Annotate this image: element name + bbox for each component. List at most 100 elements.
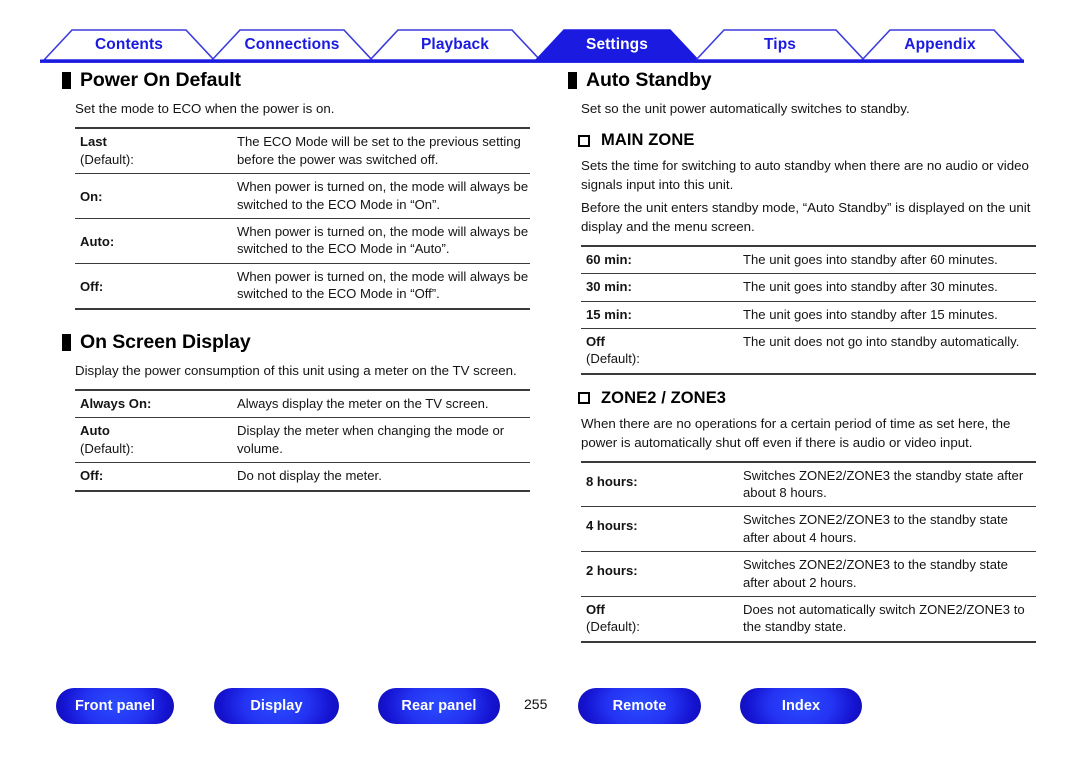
tab-playback-label: Playback [421,36,489,53]
row-term-main: 60 min: [586,251,632,267]
row-description: When power is turned on, the mode will a… [235,217,530,264]
row-term: Off (Default): [581,328,741,374]
table-row: Off (Default): The unit does not go into… [581,328,1036,374]
row-term-sub: (Default): [586,351,640,367]
page-number: 255 [524,696,548,712]
table-row: 8 hours: Switches ZONE2/ZONE3 the standb… [581,462,1036,507]
row-description: Does not automatically switch ZONE2/ZONE… [741,596,1036,642]
row-term-main: 4 hours: [586,518,638,534]
power-on-default-table: Last (Default): The ECO Mode will be set… [75,127,530,310]
left-column: Power On Default Set the mode to ECO whe… [62,69,532,492]
row-term: On: [75,173,235,219]
row-term-sub: (Default): [80,151,134,167]
row-description: When power is turned on, the mode will a… [235,173,530,219]
row-term-main: 2 hours: [586,563,638,579]
tab-settings-label: Settings [586,36,648,53]
black-square-marker-icon [62,333,71,351]
tab-bar-graphic: Contents Connections Playback Settings T… [40,29,1024,63]
tab-connections[interactable]: Connections [210,29,374,61]
table-row: 60 min: The unit goes into standby after… [581,246,1036,274]
section-power-on-default: Power On Default Set the mode to ECO whe… [62,69,532,310]
row-description: When power is turned on, the mode will a… [235,262,530,309]
table-row: 30 min: The unit goes into standby after… [581,273,1036,302]
subsection-title: ZONE2 / ZONE3 [601,388,727,407]
table-row: Auto (Default): Display the meter when c… [75,417,530,463]
table-row: Last (Default): The ECO Mode will be set… [75,128,530,173]
table-row: Always On: Always display the meter on t… [75,390,530,418]
subsection-paragraph: Sets the time for switching to auto stan… [581,158,1029,193]
tab-tips-label: Tips [764,36,796,53]
row-term: Off: [75,462,235,491]
tab-contents[interactable]: Contents [42,29,216,61]
subsection-heading: ZONE2 / ZONE3 [578,389,1038,408]
page-content: Power On Default Set the mode to ECO whe… [0,69,1080,680]
section-title: Auto Standby [586,69,712,91]
row-description: The unit goes into standby after 60 minu… [743,251,998,267]
subsection-title: MAIN ZONE [601,131,695,150]
front-panel-button[interactable]: Front panel [56,688,174,724]
tab-appendix[interactable]: Appendix [860,29,1024,61]
right-column: Auto Standby Set so the unit power autom… [568,69,1038,643]
row-term: 60 min: [581,246,741,274]
row-term-main: Last [80,134,107,150]
row-term-main: Auto [80,423,110,439]
tab-appendix-label: Appendix [904,36,976,53]
hollow-square-marker-icon [578,392,590,405]
tab-bar-underline [40,59,1024,63]
section-heading: Auto Standby [568,69,1038,91]
row-term-main: Off: [80,278,104,294]
main-zone-table: 60 min: The unit goes into standby after… [581,244,1036,375]
row-description: Do not display the meter. [235,462,530,491]
row-term-main: 15 min: [586,306,632,322]
subsection-zone2-zone3: ZONE2 / ZONE3 When there are no operatio… [568,389,1038,643]
row-term-main: Off [586,334,605,350]
table-row: 2 hours: Switches ZONE2/ZONE3 to the sta… [581,551,1036,597]
table-row: Off: Do not display the meter. [75,462,530,491]
index-button[interactable]: Index [740,688,862,724]
display-button[interactable]: Display [214,688,339,724]
table-row: 4 hours: Switches ZONE2/ZONE3 to the sta… [581,506,1036,552]
tab-playback[interactable]: Playback [368,29,542,61]
section-title: Power On Default [80,69,241,91]
row-description: The unit goes into standby after 15 minu… [741,300,1036,329]
row-term-main: 30 min: [586,279,632,295]
row-term: 2 hours: [581,551,741,597]
tab-tips[interactable]: Tips [694,29,866,61]
row-term-main: Auto: [80,233,115,249]
section-heading: On Screen Display [62,330,532,353]
table-row: Auto: When power is turned on, the mode … [75,217,530,264]
subsection-heading: MAIN ZONE [578,131,1038,150]
row-term-sub: (Default): [80,440,134,456]
section-heading: Power On Default [62,69,532,91]
remote-button[interactable]: Remote [578,688,701,724]
table-row: On: When power is turned on, the mode wi… [75,173,530,219]
row-term-sub: (Default): [586,619,640,635]
tab-settings[interactable]: Settings [534,29,700,61]
row-description: Switches ZONE2/ZONE3 to the standby stat… [741,551,1036,597]
row-term-main: Off: [80,468,104,484]
row-term-main: 8 hours: [586,473,638,489]
black-square-marker-icon [62,72,71,90]
row-term: 4 hours: [581,506,741,552]
section-intro-text: Set the mode to ECO when the power is on… [75,101,335,117]
row-term: Last (Default): [75,128,235,173]
section-on-screen-display: On Screen Display Display the power cons… [62,330,532,492]
row-term: 15 min: [581,300,741,329]
rear-panel-button[interactable]: Rear panel [378,688,500,724]
section-intro-text: Display the power consumption of this un… [75,363,517,378]
zone2-zone3-table: 8 hours: Switches ZONE2/ZONE3 the standb… [581,460,1036,643]
row-term-main: Off [586,602,605,618]
black-square-marker-icon [568,72,577,90]
row-description: Switches ZONE2/ZONE3 to the standby stat… [741,506,1036,552]
table-row: 15 min: The unit goes into standby after… [581,300,1036,329]
hollow-square-marker-icon [578,134,590,147]
row-description: The unit does not go into standby automa… [741,328,1036,374]
row-term: Always On: [75,390,235,418]
row-description: Switches ZONE2/ZONE3 the standby state a… [743,467,1024,500]
tab-connections-label: Connections [245,36,340,53]
row-term: 30 min: [581,273,741,302]
row-description: The unit goes into standby after 30 minu… [741,273,1036,302]
row-term: Auto (Default): [75,417,235,463]
section-title: On Screen Display [80,330,251,353]
row-term: Auto: [75,217,235,264]
